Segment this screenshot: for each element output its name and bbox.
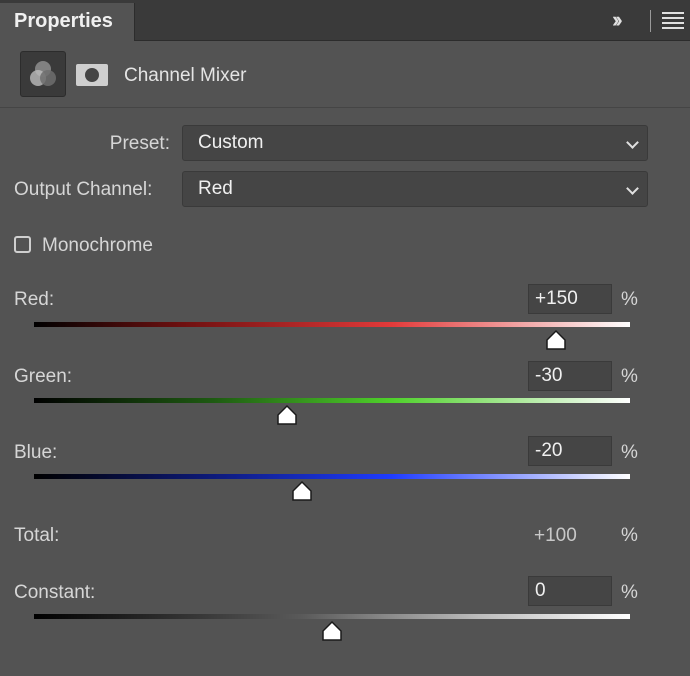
preset-label: Preset: [109, 133, 170, 154]
output-channel-dropdown[interactable]: Red [182, 171, 648, 207]
blue-value-input[interactable]: -20 [528, 436, 612, 466]
total-value: +100 [534, 525, 577, 546]
monochrome-checkbox[interactable] [14, 236, 31, 253]
hamburger-menu-icon[interactable] [662, 12, 684, 30]
blue-slider-thumb[interactable] [290, 480, 314, 502]
red-slider-thumb[interactable] [544, 329, 568, 351]
total-label: Total: [14, 525, 60, 546]
chevron-down-icon [626, 136, 639, 149]
green-percent: % [621, 366, 638, 387]
tab-properties[interactable]: Properties [0, 3, 135, 41]
blue-label: Blue: [14, 442, 58, 463]
constant-label: Constant: [14, 582, 96, 603]
blue-slider-track[interactable] [34, 474, 630, 479]
layer-mask-icon[interactable] [76, 64, 108, 86]
output-channel-value: Red [198, 178, 233, 199]
green-label: Green: [14, 366, 73, 387]
panel-title: Channel Mixer [124, 65, 247, 86]
green-slider-thumb[interactable] [275, 404, 299, 426]
panel-tab-bar: Properties ›› [0, 0, 690, 41]
constant-slider-track[interactable] [34, 614, 630, 619]
red-slider-track[interactable] [34, 322, 630, 327]
chevron-down-icon [626, 182, 639, 195]
total-percent: % [621, 525, 638, 546]
monochrome-label: Monochrome [42, 235, 153, 256]
blue-percent: % [621, 442, 638, 463]
adjustment-icon-button[interactable] [20, 51, 66, 97]
constant-slider-thumb[interactable] [320, 620, 344, 642]
red-percent: % [621, 289, 638, 310]
red-label: Red: [14, 289, 55, 310]
channel-mixer-icon [30, 61, 56, 86]
preset-value: Custom [198, 132, 264, 153]
green-value-input[interactable]: -30 [528, 361, 612, 391]
constant-value-input[interactable]: 0 [528, 576, 612, 606]
green-slider-track[interactable] [34, 398, 630, 403]
constant-percent: % [621, 582, 638, 603]
divider [650, 10, 651, 32]
panel-header: Channel Mixer [0, 41, 690, 108]
preset-dropdown[interactable]: Custom [182, 125, 648, 161]
output-channel-label: Output Channel: [14, 179, 153, 200]
red-value-input[interactable]: +150 [528, 284, 612, 314]
double-chevron-right-icon[interactable]: ›› [612, 8, 638, 32]
